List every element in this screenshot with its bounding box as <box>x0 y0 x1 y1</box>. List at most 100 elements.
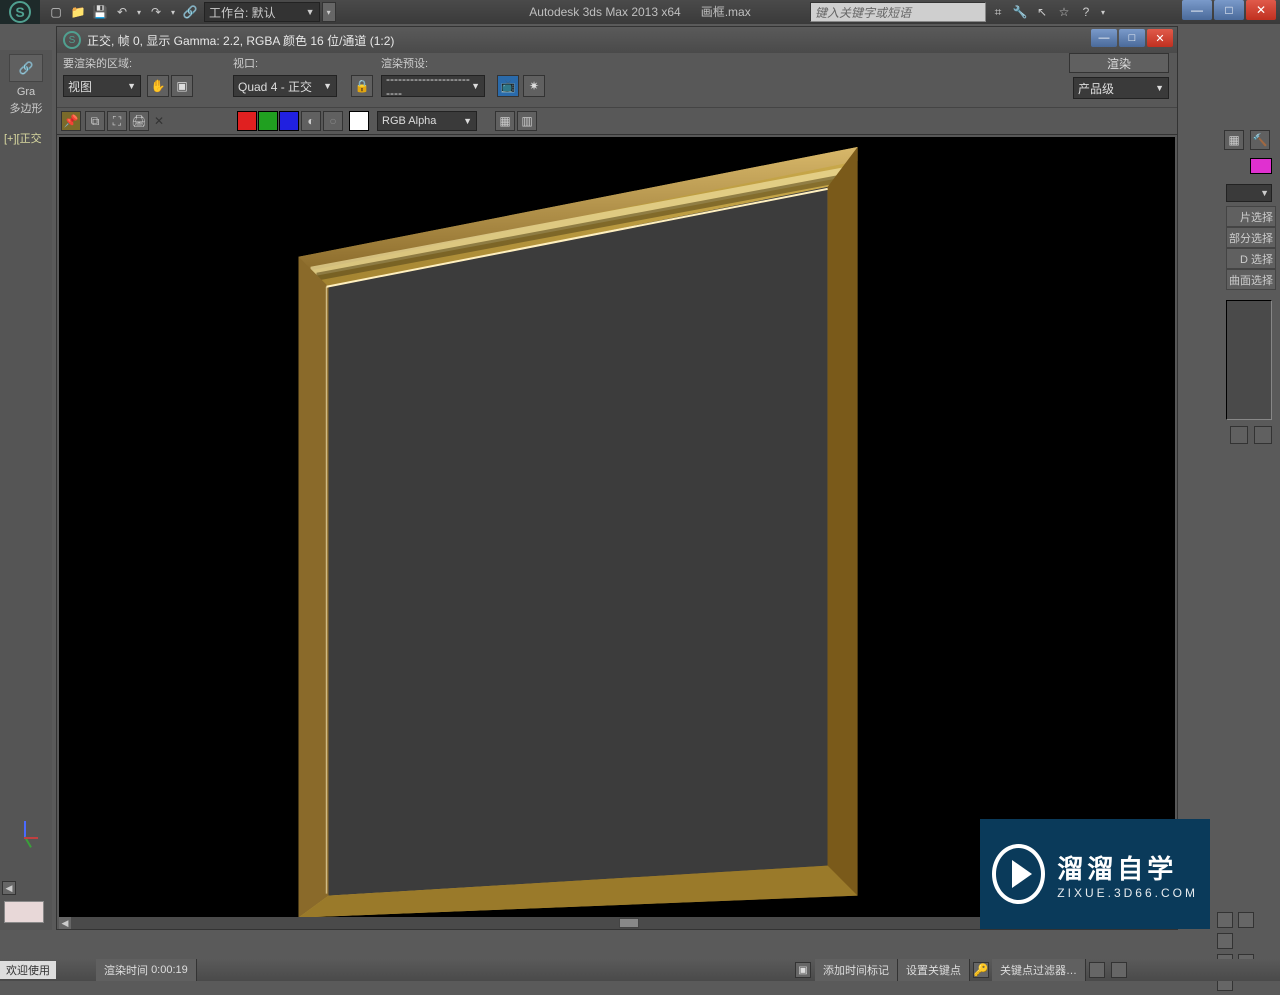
render-button[interactable]: 渲染 <box>1069 53 1169 73</box>
chevron-down-icon: ▼ <box>1155 83 1164 93</box>
viewport-nav-controls <box>1216 911 1276 951</box>
workspace-dropdown[interactable]: 工作台: 默认 ▼ <box>204 2 320 22</box>
watermark-line2: ZIXUE.3D66.COM <box>1057 886 1198 900</box>
axis-x-icon <box>24 837 38 839</box>
axis-gizmo <box>14 821 44 851</box>
minimize-button[interactable]: — <box>1182 0 1212 20</box>
add-time-tag-button[interactable]: 添加时间标记 <box>815 959 898 981</box>
alpha-channel-icon[interactable]: ○ <box>323 111 343 131</box>
toggle-overlay-icon[interactable]: ▦ <box>495 111 515 131</box>
key-icon[interactable]: 🔑 <box>973 962 989 978</box>
redo-dropdown-icon[interactable]: ▾ <box>168 2 178 22</box>
redo-icon[interactable]: ↷ <box>146 2 166 22</box>
render-setup-icon[interactable]: 📺 <box>497 75 519 97</box>
save-image-icon[interactable]: 📌 <box>61 111 81 131</box>
toolbox-icon[interactable]: ⌗ <box>988 2 1008 22</box>
toggle-ui-icon[interactable]: ▥ <box>517 111 537 131</box>
nav-btn-icon[interactable] <box>1238 912 1254 928</box>
wrench-icon[interactable]: 🔧 <box>1010 2 1030 22</box>
panel-toggle-icon[interactable]: ▦ <box>1224 130 1244 150</box>
green-channel-button[interactable] <box>258 111 278 131</box>
play-icon <box>992 844 1045 904</box>
chevron-down-icon: ▼ <box>127 81 136 91</box>
open-file-icon[interactable]: 📁 <box>68 2 88 22</box>
sel-mode-item[interactable]: D 选择 <box>1226 248 1276 269</box>
sel-mode-item[interactable]: 片选择 <box>1226 206 1276 227</box>
close-button[interactable]: ✕ <box>1246 0 1276 20</box>
save-icon[interactable]: 💾 <box>90 2 110 22</box>
sel-mode-item[interactable]: 部分选择 <box>1226 227 1276 248</box>
nav-btn-icon[interactable] <box>1217 933 1233 949</box>
viewport-dropdown[interactable]: Quad 4 - 正交▼ <box>233 75 337 97</box>
mono-channel-icon[interactable]: ◐ <box>301 111 321 131</box>
preset-label: 渲染预设: <box>381 55 428 71</box>
app-menu-button[interactable]: S <box>0 0 40 24</box>
set-keypoint-button[interactable]: 设置关键点 <box>898 959 970 981</box>
nav-btn-icon[interactable] <box>1217 912 1233 928</box>
color-picker-swatch[interactable] <box>349 111 369 131</box>
blue-channel-button[interactable] <box>279 111 299 131</box>
render-area-dropdown[interactable]: 视图▼ <box>63 75 141 97</box>
viewport-label[interactable]: [+][正交 <box>4 130 42 146</box>
workspace-options-button[interactable]: ▾ <box>322 2 336 22</box>
rfw-title-text: 正交, 帧 0, 显示 Gamma: 2.2, RGBA 颜色 16 位/通道 … <box>87 32 394 49</box>
search-input[interactable]: 键入关键字或短语 <box>810 2 986 22</box>
rendered-frame-image <box>59 137 1175 917</box>
time-tag-icon[interactable]: ▣ <box>795 962 811 978</box>
help-icon[interactable]: ? <box>1076 2 1096 22</box>
clear-image-icon[interactable]: ✕ <box>149 111 169 131</box>
rfw-toolbar-row1: 要渲染的区域: 视口: 渲染预设: 视图▼ ✋ ▣ Quad 4 - 正交▼ 🔒… <box>57 53 1177 107</box>
channel-value: RGB Alpha <box>382 115 436 127</box>
render-time-value: 0:00:19 <box>151 964 188 976</box>
link-tool-icon[interactable]: 🔗 <box>9 54 43 82</box>
watermark-logo: 溜溜自学 ZIXUE.3D66.COM <box>980 819 1210 929</box>
undo-icon[interactable]: ↶ <box>112 2 132 22</box>
maximize-button[interactable]: □ <box>1214 0 1244 20</box>
lock-viewport-button[interactable]: 🔒 <box>351 75 373 97</box>
channel-dropdown[interactable]: RGB Alpha▼ <box>377 111 477 131</box>
stack-btn-2-icon[interactable] <box>1254 426 1272 444</box>
undo-dropdown-icon[interactable]: ▾ <box>134 2 144 22</box>
search-placeholder: 键入关键字或短语 <box>815 4 911 21</box>
mini-thumbnail[interactable] <box>4 901 44 923</box>
production-dropdown[interactable]: 产品级▼ <box>1073 77 1169 99</box>
region-auto-icon[interactable]: ▣ <box>171 75 193 97</box>
copy-image-icon[interactable]: ⧉ <box>85 111 105 131</box>
environment-icon[interactable]: ✷ <box>523 75 545 97</box>
scrollbar-thumb[interactable] <box>619 918 639 928</box>
selection-mode-list: 片选择 部分选择 D 选择 曲面选择 <box>1226 206 1276 290</box>
pointer-icon[interactable]: ↖ <box>1032 2 1052 22</box>
modifier-stack-list[interactable] <box>1226 300 1272 420</box>
scroll-left-icon[interactable]: ◀ <box>2 881 16 895</box>
stack-btn-1-icon[interactable] <box>1230 426 1248 444</box>
new-file-icon[interactable]: ▢ <box>46 2 66 22</box>
left-tool-strip: 🔗 Gra 多边形 <box>0 50 52 930</box>
rfw-close-button[interactable]: ✕ <box>1147 29 1173 47</box>
link-icon[interactable]: 🔗 <box>180 2 200 22</box>
status-btn-icon[interactable] <box>1089 962 1105 978</box>
render-output-viewport[interactable] <box>59 137 1175 917</box>
rfw-minimize-button[interactable]: — <box>1091 29 1117 47</box>
star-icon[interactable]: ☆ <box>1054 2 1074 22</box>
welcome-prompt: 欢迎使用 <box>0 961 56 979</box>
region-edit-icon[interactable]: ✋ <box>147 75 169 97</box>
rfw-titlebar[interactable]: S 正交, 帧 0, 显示 Gamma: 2.2, RGBA 颜色 16 位/通… <box>57 27 1177 53</box>
rfw-maximize-button[interactable]: □ <box>1119 29 1145 47</box>
app-icon: S <box>9 1 31 23</box>
rfw-window-controls: — □ ✕ <box>1089 29 1173 47</box>
color-swatch[interactable] <box>1250 158 1272 174</box>
hammer-icon[interactable]: 🔨 <box>1250 130 1270 150</box>
help-dropdown-icon[interactable]: ▾ <box>1098 2 1108 22</box>
sel-mode-item[interactable]: 曲面选择 <box>1226 269 1276 290</box>
status-btn-icon[interactable] <box>1111 962 1127 978</box>
preset-dropdown[interactable]: -------------------------▼ <box>381 75 485 97</box>
clone-window-icon[interactable]: ⛶ <box>107 111 127 131</box>
scroll-left-icon[interactable]: ◀ <box>59 917 71 929</box>
key-filter-button[interactable]: 关键点过滤器… <box>992 959 1086 981</box>
preset-value: ------------------------- <box>386 72 471 100</box>
red-channel-button[interactable] <box>237 111 257 131</box>
print-icon[interactable]: 🖨 <box>129 111 149 131</box>
modifier-dropdown[interactable]: ▼ <box>1226 184 1272 202</box>
render-time-label: 渲染时间 <box>104 962 148 978</box>
app-title-filename: 画框.max <box>701 5 751 19</box>
